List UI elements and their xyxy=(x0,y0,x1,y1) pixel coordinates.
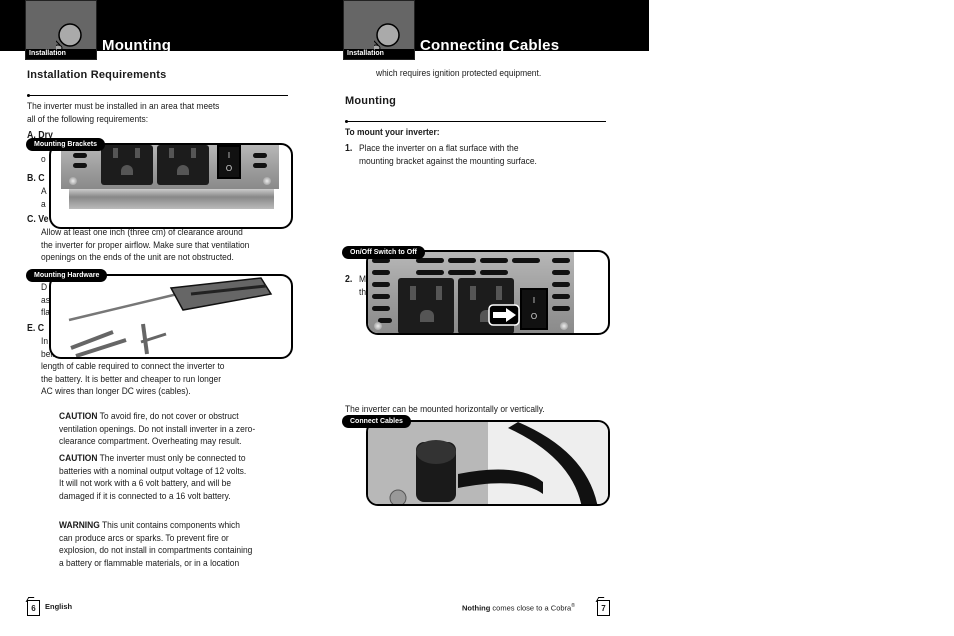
step-1-text: Place the inverter on a flat surface wit… xyxy=(359,143,537,168)
continued-text: which requires ignition protected equipm… xyxy=(376,68,542,79)
caution-2: CAUTION The inverter must only be connec… xyxy=(59,453,246,503)
requirement-b-text: A a xyxy=(41,186,47,211)
power-switch: I O xyxy=(217,145,241,179)
cable-terminal-image xyxy=(368,422,608,504)
text-line: explosion, do not install in compartment… xyxy=(59,545,253,557)
requirement-a-text: o xyxy=(41,154,46,165)
step-number: 1. xyxy=(345,143,353,154)
text-line: clearance compartment. Overheating may r… xyxy=(59,436,242,448)
caution-label: CAUTION xyxy=(59,453,98,464)
page-number-box: 7 xyxy=(597,600,610,616)
text-line: a xyxy=(41,198,46,210)
footer-tagline: Nothing comes close to a Cobra® xyxy=(462,603,575,613)
subheading: To mount your inverter: xyxy=(345,127,440,138)
text-line: damaged if it is connected to a 16 volt … xyxy=(59,490,231,502)
tagline-text: comes close to a Cobra xyxy=(490,603,572,613)
registered-mark: ® xyxy=(571,603,575,609)
ac-outlet xyxy=(398,278,454,333)
text-line: the battery. It is better and cheaper to… xyxy=(41,373,222,385)
switch-on-mark: I xyxy=(532,296,536,305)
section-tab-label: Installation xyxy=(26,49,96,59)
caution-label: CAUTION xyxy=(59,411,98,422)
mounting-brackets-photo: I O xyxy=(49,143,293,229)
switch-off-mark: O xyxy=(225,164,233,173)
requirement-b-letter: B. C xyxy=(27,173,45,184)
section-tab-left: Installation xyxy=(25,0,97,60)
tagline-bold: Nothing xyxy=(462,603,491,613)
inverter-front: I O xyxy=(61,145,279,189)
arrow-right-icon xyxy=(488,304,520,326)
text-line: batteries with a nominal output voltage … xyxy=(59,465,247,477)
text-line: th xyxy=(359,286,367,298)
intro-text: The inverter must be installed in an are… xyxy=(27,101,219,126)
mounting-hardware-photo xyxy=(49,274,293,359)
text-line: M xyxy=(359,274,367,285)
text-line: It will not work with a 6 volt battery, … xyxy=(59,478,232,490)
text-line: To avoid fire, do not cover or obstruct xyxy=(97,411,239,422)
page-number-box: 6 xyxy=(27,600,40,616)
photo-callout: On/Off Switch to Off xyxy=(342,246,425,259)
text-line: The inverter must only be connected to xyxy=(97,453,246,464)
section-heading: Mounting xyxy=(345,95,397,107)
step-number: 2. xyxy=(345,274,353,285)
requirement-c-letter: C. Ve xyxy=(27,214,49,225)
caution-1: CAUTION To avoid fire, do not cover or o… xyxy=(59,411,255,449)
divider xyxy=(345,120,606,123)
warning: WARNING This unit contains components wh… xyxy=(59,520,252,570)
divider xyxy=(27,94,288,97)
warning-label: WARNING xyxy=(59,520,100,531)
text-line: Place the inverter on a flat surface wit… xyxy=(359,143,519,154)
photo-callout: Mounting Hardware xyxy=(26,269,108,282)
requirement-e-letter: E. C xyxy=(27,323,45,334)
page-title: Connecting Cables xyxy=(420,37,560,54)
text-line: The inverter must be installed in an are… xyxy=(27,101,220,112)
text-line: ventilation openings. Do not install inv… xyxy=(59,423,256,435)
section-heading: Installation Requirements xyxy=(27,69,167,81)
switch-off-mark: O xyxy=(530,312,538,321)
text-line: a battery or flammable materials, or in … xyxy=(59,557,240,569)
text-line: This unit contains components which xyxy=(99,520,240,531)
section-tab-right: Installation xyxy=(343,0,415,60)
text-line: can produce arcs or sparks. To prevent f… xyxy=(59,532,229,544)
page-title: Mounting xyxy=(102,37,172,54)
connect-cables-photo xyxy=(366,420,610,506)
photo-callout: Mounting Brackets xyxy=(26,138,106,151)
text-line: mounting bracket against the mounting su… xyxy=(359,155,537,167)
footer-language: English xyxy=(45,602,73,611)
ac-outlet xyxy=(101,145,153,185)
screwdriver-and-screws-image xyxy=(68,277,273,357)
ac-outlet xyxy=(157,145,209,185)
text-line: AC wires than longer DC wires (cables). xyxy=(41,386,191,398)
photo-callout: Connect Cables xyxy=(342,415,411,428)
on-off-switch-photo: I O xyxy=(366,250,610,335)
text-line: openings on the ends of the unit are not… xyxy=(41,252,234,264)
switch-on-mark: I xyxy=(227,151,231,160)
mounting-bracket xyxy=(69,189,274,209)
text-line: length of cable required to connect the … xyxy=(41,361,225,373)
text-line: all of the following requirements: xyxy=(27,113,149,125)
text-line: A xyxy=(41,186,47,197)
section-tab-label: Installation xyxy=(344,49,414,59)
inverter-front: I O xyxy=(368,252,574,333)
requirement-c-text: Allow at least one inch (three cm) of cl… xyxy=(41,227,249,265)
text-line: the inverter for proper airflow. Make su… xyxy=(41,239,250,251)
step-2-text: M th xyxy=(359,274,366,299)
power-switch: I O xyxy=(520,288,548,330)
